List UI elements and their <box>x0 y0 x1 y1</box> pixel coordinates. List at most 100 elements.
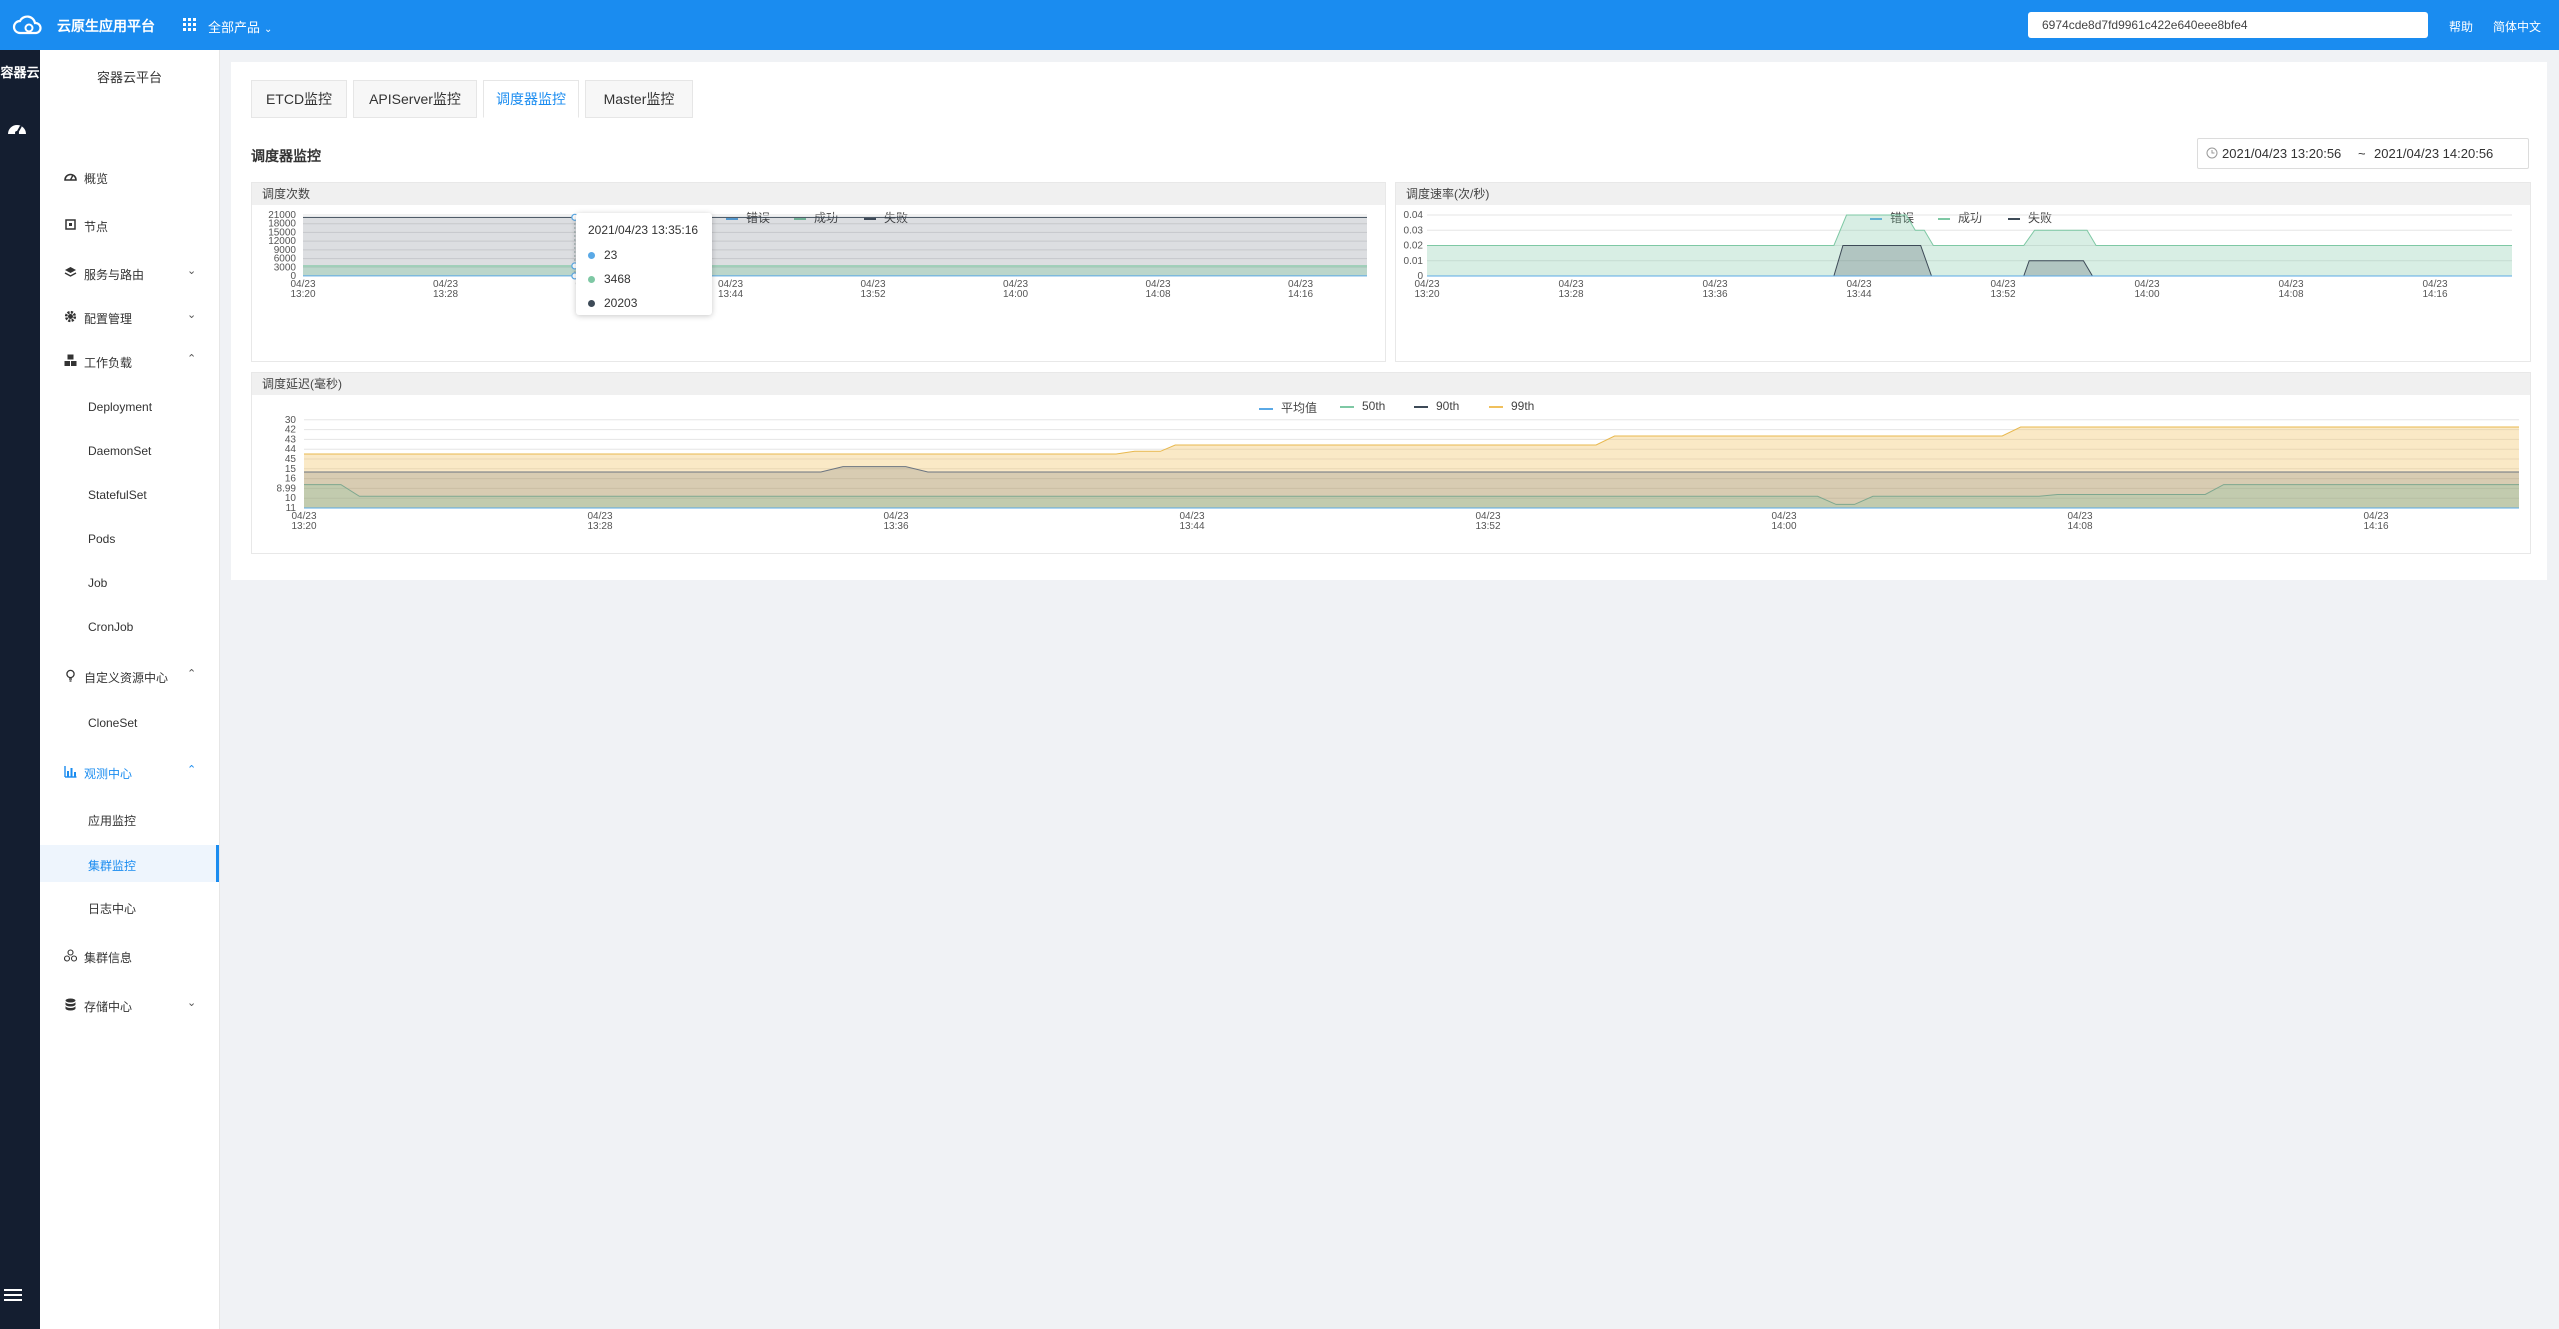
sidebar-item-overview[interactable]: 概览 <box>40 159 219 193</box>
language-switch[interactable]: 简体中文 <box>2493 18 2541 35</box>
x-tick-label: 14:00 <box>1003 289 1028 300</box>
chip-icon <box>65 219 76 230</box>
date-range-separator: ~ <box>2358 146 2366 161</box>
y-tick-label: 45 <box>285 454 297 465</box>
x-tick-label: 14:00 <box>2134 289 2159 300</box>
date-range-start: 2021/04/23 13:20:56 <box>2222 146 2342 161</box>
dashboard-icon <box>64 173 77 181</box>
y-tick-label: 16 <box>285 474 297 485</box>
sidebar-item-custom-resources[interactable]: 自定义资源中心 ⌃ <box>40 658 219 692</box>
sidebar-item-label: Pods <box>88 532 116 546</box>
sidebar-item-label: Job <box>88 576 108 590</box>
y-tick-label: 0.04 <box>1404 210 1424 221</box>
sidebar-item-label: Deployment <box>88 400 153 414</box>
sidebar-item-pods[interactable]: Pods <box>40 521 219 555</box>
chevron-down-icon: ⌄ <box>187 309 197 321</box>
chevron-up-icon: ⌃ <box>187 353 197 365</box>
tooltip-row-success: 3468 <box>588 272 631 286</box>
x-tick-label: 13:36 <box>883 521 908 532</box>
x-tick-label: 13:20 <box>290 289 315 300</box>
monitoring-card: ETCD监控 APIServer监控 调度器监控 Master监控 调度器监控 … <box>231 62 2547 580</box>
y-tick-label: 8.99 <box>277 483 297 494</box>
sidebar-item-label: 观测中心 <box>84 767 133 781</box>
sidebar-item-daemonset[interactable]: DaemonSet <box>40 433 219 467</box>
series-成功-area <box>303 265 1367 276</box>
clock-icon <box>2206 147 2218 159</box>
sidebar-item-label: 概览 <box>84 172 109 186</box>
y-tick-label: 0.02 <box>1404 241 1424 252</box>
x-tick-label: 14:08 <box>2278 289 2303 300</box>
sidebar-item-app-monitoring[interactable]: 应用监控 <box>40 801 219 835</box>
sidebar-item-deployment[interactable]: Deployment <box>40 389 219 423</box>
tooltip-row-error: 23 <box>588 248 617 262</box>
bar-chart-icon <box>64 766 77 778</box>
x-tick-label: 14:00 <box>1771 521 1796 532</box>
sidebar-item-label: 节点 <box>84 220 109 234</box>
sidebar: 容器云平台 概览 节点 服务与路由 ⌄ 配置管理 ⌄ 工作负载 ⌃ Deploy… <box>40 50 220 1329</box>
section-title: 调度器监控 <box>251 148 321 164</box>
y-tick-label: 43 <box>285 434 297 445</box>
all-products-menu[interactable]: 全部产品 ⌄ <box>208 17 272 36</box>
sidebar-item-label: 存储中心 <box>84 1000 133 1014</box>
tab-apiserver[interactable]: APIServer监控 <box>353 80 477 118</box>
sidebar-item-statefulset[interactable]: StatefulSet <box>40 477 219 511</box>
date-range-end: 2021/04/23 14:20:56 <box>2374 146 2494 161</box>
tooltip-row-fail: 20203 <box>588 296 637 310</box>
x-tick-label: 14:16 <box>2422 289 2447 300</box>
y-tick-label: 42 <box>285 425 297 436</box>
x-tick-label: 13:36 <box>1702 289 1727 300</box>
x-tick-label: 13:52 <box>860 289 885 300</box>
x-tick-label: 14:08 <box>2067 521 2092 532</box>
sidebar-item-job[interactable]: Job <box>40 565 219 599</box>
sidebar-item-config[interactable]: 配置管理 ⌄ <box>40 299 219 333</box>
bulb-icon <box>66 669 75 682</box>
hamburger-menu-icon[interactable] <box>4 1287 22 1303</box>
y-tick-label: 10 <box>285 493 297 504</box>
sidebar-item-label: 服务与路由 <box>84 268 145 282</box>
chart-tooltip: 2021/04/23 13:35:16 23 3468 20203 <box>576 213 712 315</box>
sidebar-item-label: 配置管理 <box>84 312 133 326</box>
x-tick-label: 14:08 <box>1145 289 1170 300</box>
sidebar-item-label: DaemonSet <box>88 444 152 458</box>
sidebar-item-label: 自定义资源中心 <box>84 671 169 685</box>
sidebar-item-log-center[interactable]: 日志中心 <box>40 889 219 923</box>
tab-master[interactable]: Master监控 <box>585 80 693 118</box>
sidebar-item-cronjob[interactable]: CronJob <box>40 609 219 643</box>
platform-title[interactable]: 云原生应用平台 <box>57 16 155 36</box>
help-link[interactable]: 帮助 <box>2449 18 2473 35</box>
grid-icon[interactable] <box>183 18 196 31</box>
cloud-logo-icon[interactable] <box>12 13 44 37</box>
sidebar-item-label: 集群监控 <box>88 859 137 873</box>
date-range-picker[interactable]: 2021/04/23 13:20:56 ~ 2021/04/23 14:20:5… <box>2197 138 2529 169</box>
schedule-rate-chart[interactable]: 00.010.020.030.0404/2313:2004/2313:2804/… <box>1396 183 2530 361</box>
chevron-down-icon: ⌄ <box>187 997 197 1009</box>
sidebar-item-cloneset[interactable]: CloneSet <box>40 705 219 739</box>
sidebar-item-label: 工作负载 <box>84 356 133 370</box>
sidebar-item-nodes[interactable]: 节点 <box>40 207 219 241</box>
sidebar-item-services[interactable]: 服务与路由 ⌄ <box>40 255 219 289</box>
sidebar-item-observability[interactable]: 观测中心 ⌃ <box>40 754 219 788</box>
tab-etcd[interactable]: ETCD监控 <box>251 80 347 118</box>
x-tick-label: 13:20 <box>291 521 316 532</box>
panel-schedule-count: 调度次数 错误 成功 失败 03000600090001200015000180… <box>251 182 1386 362</box>
y-tick-label: 15 <box>285 464 297 475</box>
panel-schedule-latency: 调度延迟(毫秒) 平均值 50th 90th 99th 11 10 8.99 16 15… <box>251 372 2531 554</box>
gear-icon <box>64 310 77 323</box>
tooltip-time: 2021/04/23 13:35:16 <box>588 223 699 237</box>
schedule-count-chart[interactable]: 03000600090001200015000180002100004/2313… <box>252 183 1385 361</box>
dashboard-gauge-icon[interactable] <box>6 118 28 140</box>
sidebar-item-label: StatefulSet <box>88 488 147 502</box>
y-tick-label: 30 <box>285 415 297 426</box>
y-tick-label: 44 <box>285 444 297 455</box>
sidebar-item-workloads[interactable]: 工作负载 ⌃ <box>40 343 219 377</box>
search-input[interactable] <box>2028 12 2428 38</box>
tab-scheduler[interactable]: 调度器监控 <box>483 80 579 118</box>
rail-title[interactable]: 容器云 <box>0 62 40 81</box>
x-tick-label: 14:16 <box>1288 289 1313 300</box>
sidebar-item-storage[interactable]: 存储中心 ⌄ <box>40 987 219 1021</box>
sidebar-item-label: 集群信息 <box>84 951 133 965</box>
sidebar-item-cluster-info[interactable]: 集群信息 <box>40 938 219 972</box>
schedule-latency-chart[interactable]: 11108.991615454443423004/2313:2004/2313:… <box>252 373 2530 553</box>
sidebar-item-cluster-monitoring[interactable]: 集群监控 <box>40 845 219 882</box>
x-tick-label: 13:44 <box>1179 521 1204 532</box>
